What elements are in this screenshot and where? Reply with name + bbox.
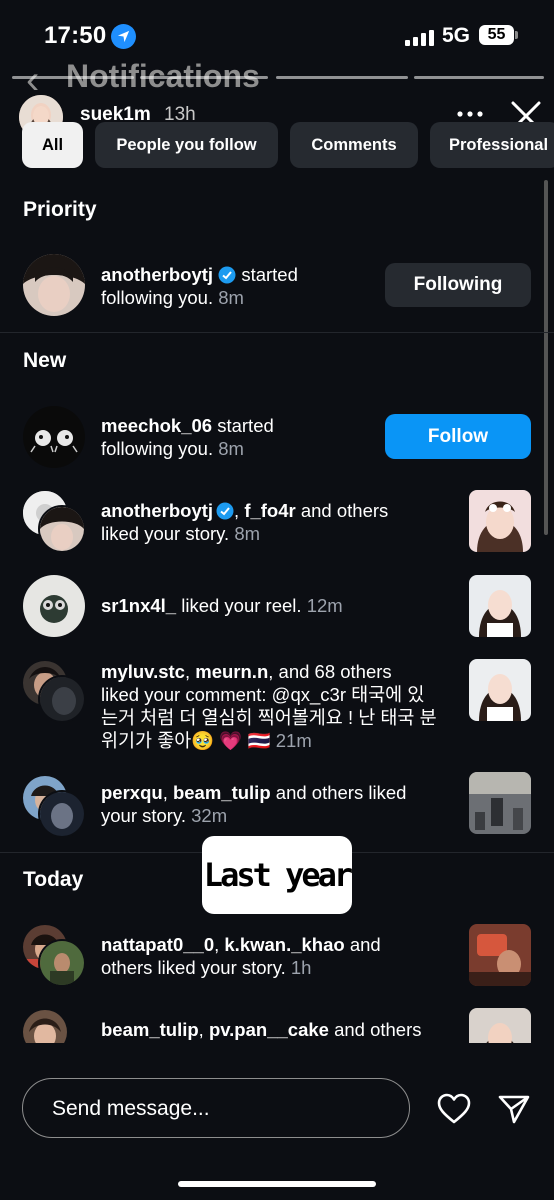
reel-thumbnail[interactable] — [469, 575, 531, 637]
divider — [0, 332, 554, 333]
notification-text: anotherboytj, f_fo4r and others liked yo… — [101, 500, 389, 544]
story-thumbnail[interactable] — [469, 772, 531, 834]
notification-text: sr1nx4l_ liked your reel. 12m — [101, 595, 343, 616]
username: perxqu — [101, 782, 163, 803]
avatar[interactable] — [38, 939, 86, 987]
signal-icon — [405, 30, 434, 46]
username: myluv.stc — [101, 661, 185, 682]
send-icon[interactable] — [497, 1093, 531, 1125]
notification-text: beam_tulip, pv.pan__cake and others — [101, 1019, 422, 1040]
avatar[interactable] — [38, 675, 86, 723]
username: beam_tulip — [101, 1019, 199, 1040]
section-header-today: Today — [23, 868, 84, 891]
story-thumbnail[interactable] — [469, 490, 531, 552]
section-header-new: New — [23, 349, 67, 372]
location-arrow-icon — [111, 24, 136, 49]
follow-button[interactable]: Follow — [385, 414, 531, 459]
username: meechok_06 — [101, 415, 213, 436]
story-progress-3 — [276, 76, 408, 79]
following-button[interactable]: Following — [385, 263, 531, 307]
avatar[interactable] — [23, 254, 85, 316]
notification-text: nattapat0__0, k.kwan._khao and others li… — [101, 934, 381, 978]
battery-icon: 55 — [479, 25, 514, 45]
reel-thumbnail[interactable] — [469, 659, 531, 721]
more-icon[interactable] — [455, 104, 485, 124]
send-message-placeholder: Send message... — [52, 1097, 210, 1120]
scrollbar[interactable] — [544, 180, 548, 535]
story-thumbnail[interactable] — [469, 924, 531, 986]
home-indicator — [178, 1181, 376, 1187]
heart-icon[interactable] — [437, 1093, 471, 1125]
filter-chip-people-you-follow[interactable]: People you follow — [95, 122, 278, 168]
avatar[interactable] — [23, 575, 85, 637]
story-progress-1 — [12, 76, 134, 79]
username: nattapat0__0 — [101, 934, 215, 955]
notification-text: meechok_06 started following you. 8m — [101, 415, 274, 459]
section-header-priority: Priority — [23, 198, 97, 221]
verified-badge-icon — [218, 266, 236, 284]
avatar[interactable] — [38, 790, 86, 838]
filter-chip-comments[interactable]: Comments — [290, 122, 418, 168]
network-type: 5G — [442, 24, 471, 47]
username: sr1nx4l_ — [101, 595, 177, 616]
status-time: 17:50 — [44, 22, 107, 49]
story-progress-2 — [140, 76, 268, 79]
notification-text: perxqu, beam_tulip and others liked your… — [101, 782, 407, 826]
username: anotherboytj — [101, 264, 214, 285]
battery-nub — [515, 31, 518, 39]
notification-text: myluv.stc, meurn.n, and 68 others liked … — [101, 661, 437, 751]
filter-chip-professional[interactable]: Professional — [430, 122, 554, 168]
username: anotherboytj — [101, 500, 214, 521]
story-progress-4 — [414, 76, 544, 79]
date-sticker: Last year — [202, 836, 353, 914]
avatar[interactable] — [38, 505, 86, 553]
filter-chip-all[interactable]: All — [22, 122, 83, 168]
verified-badge-icon — [216, 502, 234, 520]
avatar[interactable] — [23, 406, 85, 468]
notification-text: anotherboytj started following you. 8m — [101, 264, 298, 308]
